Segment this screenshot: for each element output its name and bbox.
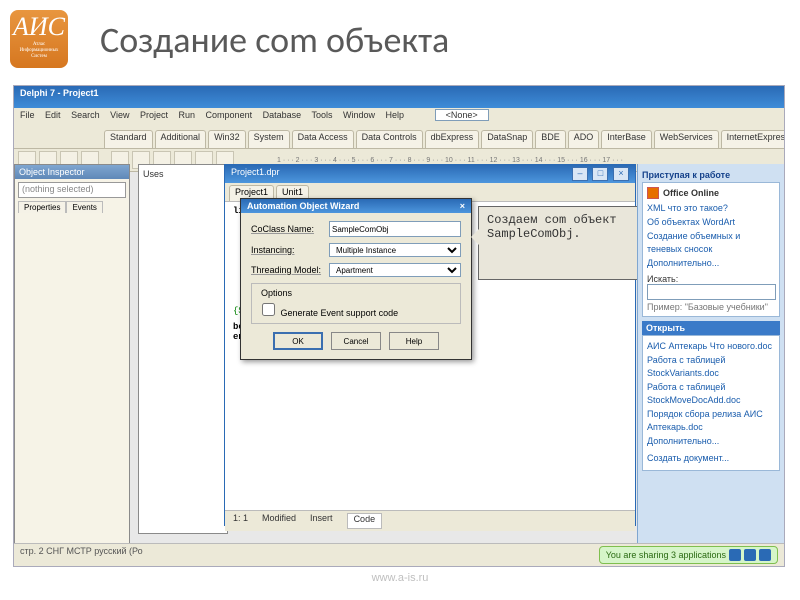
instancing-label: Instancing: — [251, 245, 323, 255]
recent-doc[interactable]: Работа с таблицей StockVariants.doc — [647, 354, 775, 380]
app-icon — [729, 549, 741, 561]
close-icon[interactable]: × — [613, 167, 629, 181]
office-online-logo: Office Online — [647, 187, 775, 199]
menu-run[interactable]: Run — [179, 110, 196, 120]
object-inspector-selector[interactable]: (nothing selected) — [18, 182, 126, 198]
tab-datasnap[interactable]: DataSnap — [481, 130, 533, 148]
tab-bde[interactable]: BDE — [535, 130, 566, 148]
status-insert: Insert — [310, 513, 333, 529]
search-label: Искать: — [647, 274, 775, 284]
tab-dbexpress[interactable]: dbExpress — [425, 130, 480, 148]
app-icon — [744, 549, 756, 561]
tab-properties[interactable]: Properties — [18, 201, 66, 213]
tab-data-controls[interactable]: Data Controls — [356, 130, 423, 148]
recent-doc[interactable]: Работа с таблицей StockMoveDocAdd.doc — [647, 381, 775, 407]
status-view-tab[interactable]: Code — [347, 513, 383, 529]
tab-additional[interactable]: Additional — [155, 130, 207, 148]
coclass-input[interactable] — [329, 221, 461, 237]
tab-system[interactable]: System — [248, 130, 290, 148]
search-example: Пример: "Базовые учебники" — [647, 302, 775, 312]
sharing-indicator[interactable]: You are sharing 3 applications — [599, 546, 778, 564]
object-inspector: Object Inspector (nothing selected) Prop… — [14, 164, 130, 546]
slide-title: Создание com объекта — [100, 18, 449, 62]
wizard-title: Automation Object Wizard — [247, 201, 359, 211]
instancing-select[interactable]: Multiple Instance — [329, 243, 461, 257]
menu-component[interactable]: Component — [206, 110, 253, 120]
menu-file[interactable]: File — [20, 110, 35, 120]
tab-webservices[interactable]: WebServices — [654, 130, 719, 148]
link-item[interactable]: Дополнительно... — [647, 257, 775, 270]
tab-standard[interactable]: Standard — [104, 130, 153, 148]
project-tree[interactable]: Uses — [138, 164, 228, 534]
recent-doc[interactable]: Порядок сбора релиза АИС Аптекарь.doc — [647, 408, 775, 434]
slide-footer: www.a-is.ru — [0, 572, 800, 584]
menu-view[interactable]: View — [110, 110, 129, 120]
status-modified: Modified — [262, 513, 296, 529]
tree-node-uses[interactable]: Uses — [143, 169, 164, 179]
close-icon[interactable]: × — [460, 201, 465, 211]
link-item[interactable]: Об объектах WordArt — [647, 216, 775, 229]
ruler: 1 · · · 2 · · · 3 · · · 4 · · · 5 · · · … — [237, 157, 780, 164]
tab-win32[interactable]: Win32 — [208, 130, 246, 148]
task-pane: Приступая к работе Office Online XML что… — [637, 164, 784, 552]
gen-event-checkbox[interactable] — [262, 303, 275, 316]
code-window-title: Project1.dpr — [231, 167, 280, 181]
code-statusbar: 1: 1 Modified Insert Code — [225, 510, 635, 531]
recent-doc[interactable]: АИС Аптекарь Что нового.doc — [647, 340, 775, 353]
link-item[interactable]: XML что это такое? — [647, 202, 775, 215]
wizard-options-group: Options Generate Event support code — [251, 283, 461, 324]
logo: АИС Атлас Информационных Систем — [10, 10, 68, 68]
menu-help[interactable]: Help — [386, 110, 405, 120]
office-icon — [647, 187, 659, 199]
word-statusbar: стр. 2 СНГ МСТР русский (Ро You are shar… — [14, 543, 784, 566]
menu-edit[interactable]: Edit — [45, 110, 61, 120]
run-config-combo[interactable]: <None> — [435, 109, 489, 121]
ok-button[interactable]: OK — [273, 332, 323, 350]
threading-select[interactable]: Apartment — [329, 263, 461, 277]
delphi-titlebar: Delphi 7 - Project1 — [14, 86, 784, 108]
open-header: Открыть — [642, 321, 780, 335]
tab-internetexpress[interactable]: InternetExpress — [721, 130, 784, 148]
threading-label: Threading Model: — [251, 265, 323, 275]
component-palette-tabs[interactable]: Standard Additional Win32 System Data Ac… — [14, 128, 784, 149]
create-doc-link[interactable]: Создать документ... — [647, 452, 775, 465]
coclass-label: CoClass Name: — [251, 224, 323, 234]
tab-data-access[interactable]: Data Access — [292, 130, 354, 148]
tab-ado[interactable]: ADO — [568, 130, 600, 148]
menu-search[interactable]: Search — [71, 110, 100, 120]
menu-database[interactable]: Database — [263, 110, 302, 120]
screenshot-region: Delphi 7 - Project1 File Edit Search Vie… — [13, 85, 785, 567]
automation-object-wizard: Automation Object Wizard × CoClass Name:… — [240, 198, 472, 360]
search-input[interactable] — [647, 284, 776, 300]
tab-interbase[interactable]: InterBase — [601, 130, 652, 148]
menu-tools[interactable]: Tools — [311, 110, 332, 120]
status-pos: 1: 1 — [233, 513, 248, 529]
app-icon — [759, 549, 771, 561]
object-inspector-title: Object Inspector — [15, 165, 129, 179]
maximize-icon[interactable]: □ — [592, 167, 608, 181]
tab-events[interactable]: Events — [66, 201, 102, 213]
task-pane-header: Приступая к работе — [642, 168, 780, 182]
delphi-menubar[interactable]: File Edit Search View Project Run Compon… — [14, 108, 784, 128]
help-button[interactable]: Help — [389, 332, 439, 350]
recent-doc[interactable]: Дополнительно... — [647, 435, 775, 448]
menu-project[interactable]: Project — [140, 110, 168, 120]
menu-window[interactable]: Window — [343, 110, 375, 120]
status-left: стр. 2 СНГ МСТР русский (Ро — [20, 546, 143, 564]
link-item[interactable]: Создание объемных и теневых сносок — [647, 230, 775, 256]
minimize-icon[interactable]: – — [572, 167, 588, 181]
cancel-button[interactable]: Cancel — [331, 332, 381, 350]
